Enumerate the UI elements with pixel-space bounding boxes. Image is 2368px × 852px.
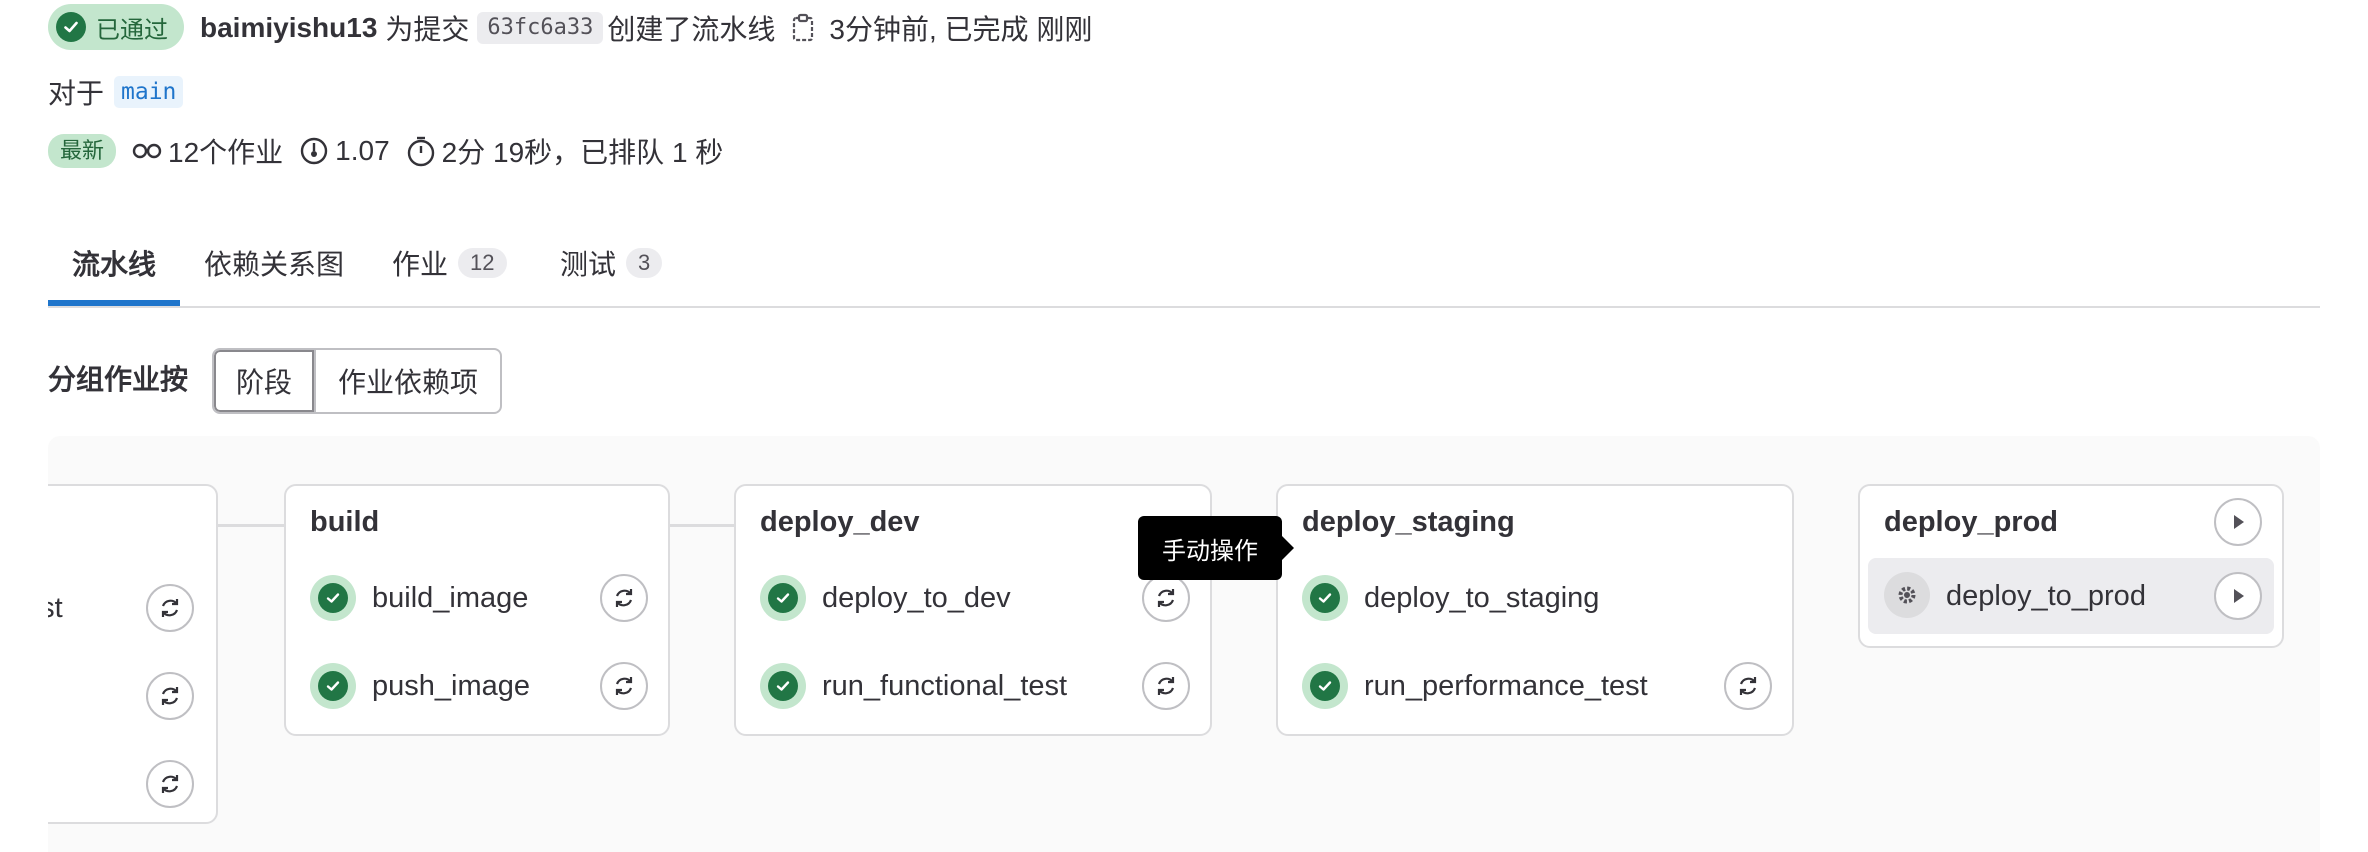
job-item[interactable]: run_functional_test: [760, 658, 1067, 714]
job-name: deploy_to_dev: [822, 581, 1011, 614]
stage-column-build: build build_image push_image: [284, 484, 670, 736]
status-success-icon: [1302, 575, 1348, 621]
job-item[interactable]: run_performance_test: [1302, 658, 1648, 714]
retry-button[interactable]: [1142, 662, 1190, 710]
commit-sha-link[interactable]: 63fc6a33: [477, 12, 604, 44]
status-success-icon: [310, 575, 356, 621]
tab-label: 依赖关系图: [204, 249, 345, 280]
stage-title: deploy_prod: [1884, 506, 2059, 538]
tab-pipeline[interactable]: 流水线: [72, 222, 156, 304]
group-by-stage-button[interactable]: 阶段: [214, 350, 317, 412]
stage-title: build: [310, 506, 380, 538]
gear-icon: [1884, 572, 1930, 618]
status-success-icon: [1302, 663, 1348, 709]
user-link[interactable]: baimiyishu13: [200, 12, 377, 44]
job-name: build_image: [372, 581, 529, 614]
jobs-count: 12个作业: [168, 137, 284, 168]
retry-icon: [161, 775, 179, 793]
time-text: 3分钟前, 已完成 刚刚: [829, 14, 1093, 45]
pipeline-graph: ast build build_image push_image dep: [48, 436, 2320, 852]
version-value: 1.07: [335, 135, 390, 166]
tab-label: 流水线: [72, 249, 157, 280]
gauge-icon: [299, 136, 329, 166]
retry-button[interactable]: [600, 662, 648, 710]
timer-icon: [406, 135, 436, 167]
tab-count-badge: 3: [626, 248, 663, 278]
job-name: run_functional_test: [822, 669, 1068, 702]
job-item[interactable]: build_image: [310, 570, 528, 626]
ref-link[interactable]: main: [114, 76, 184, 108]
duration-text: 2分 19秒，已排队 1 秒: [441, 137, 724, 168]
retry-icon: [1157, 589, 1175, 607]
status-success-icon: [760, 663, 806, 709]
stage-column-partial: ast: [48, 484, 218, 824]
job-name: deploy_to_prod: [1946, 579, 2146, 612]
pipeline-status-badge[interactable]: 已通过: [48, 4, 184, 50]
status-success-icon: [760, 575, 806, 621]
tab-jobs[interactable]: 作业 12: [392, 222, 507, 304]
retry-button[interactable]: [1724, 662, 1772, 710]
job-item[interactable]: push_image: [310, 658, 530, 714]
for-text: 对于: [48, 78, 105, 109]
retry-icon: [1739, 677, 1757, 695]
job-name: deploy_to_staging: [1364, 581, 1600, 614]
pipeline-summary: baimiyishu13 为提交 63fc6a33 创建了流水线 3分钟前, 已…: [200, 8, 1092, 48]
tab-count-badge: 12: [458, 248, 507, 278]
group-by-label: 分组作业按: [48, 364, 189, 395]
stage-column-deploy-staging: deploy_staging deploy_to_staging run_per…: [1276, 484, 1794, 736]
retry-icon: [1157, 677, 1175, 695]
tab-label: 测试: [560, 249, 617, 280]
retry-icon: [615, 589, 633, 607]
stage-title: deploy_staging: [1302, 506, 1515, 538]
tab-label: 作业: [392, 249, 449, 280]
job-item[interactable]: deploy_to_dev: [760, 570, 1011, 626]
retry-button[interactable]: [1142, 574, 1190, 622]
job-item[interactable]: deploy_to_staging: [1302, 570, 1599, 626]
stage-title: deploy_dev: [760, 506, 920, 538]
status-success-icon: [310, 663, 356, 709]
manual-action-tooltip: 手动操作: [1138, 516, 1294, 580]
for-commit-text: 为提交: [385, 14, 470, 45]
job-name: run_performance_test: [1364, 669, 1648, 702]
pipeline-meta: 最新 12个作业 1.07 2分 19秒，已排队 1 秒: [48, 130, 739, 172]
job-item-manual[interactable]: deploy_to_prod: [1868, 558, 2274, 634]
job-name: push_image: [372, 669, 530, 702]
created-text: 创建了流水线: [607, 14, 776, 45]
retry-button[interactable]: [146, 584, 194, 632]
job-name: ast: [48, 591, 63, 624]
retry-icon: [161, 687, 179, 705]
retry-button[interactable]: [146, 672, 194, 720]
stage-connector: [218, 524, 284, 527]
job-item[interactable]: ast: [48, 580, 63, 636]
retry-icon: [161, 599, 179, 617]
latest-badge: 最新: [48, 134, 117, 168]
stage-connector: [668, 524, 734, 527]
check-circle-icon: [56, 12, 86, 42]
play-job-button[interactable]: [2214, 572, 2262, 620]
retry-button[interactable]: [600, 574, 648, 622]
pipeline-tabs: 流水线 依赖关系图 作业 12 测试 3: [48, 222, 2320, 308]
play-stage-button[interactable]: [2214, 498, 2262, 546]
group-by-needs-button[interactable]: 作业依赖项: [316, 350, 500, 412]
play-icon: [2234, 589, 2244, 603]
tab-tests[interactable]: 测试 3: [560, 222, 663, 304]
stage-column-deploy-prod: deploy_prod deploy_to_prod: [1858, 484, 2284, 648]
group-by-toggle: 阶段 作业依赖项: [212, 348, 503, 414]
ref-line: 对于 main: [48, 72, 184, 112]
tab-dependency-graph[interactable]: 依赖关系图: [204, 222, 344, 304]
copy-clipboard-icon[interactable]: [791, 13, 815, 43]
status-label: 已通过: [96, 16, 168, 44]
pipeline-icon: [132, 141, 162, 161]
retry-icon: [615, 677, 633, 695]
active-tab-indicator: [48, 300, 180, 306]
retry-button[interactable]: [146, 760, 194, 808]
play-icon: [2234, 515, 2244, 529]
